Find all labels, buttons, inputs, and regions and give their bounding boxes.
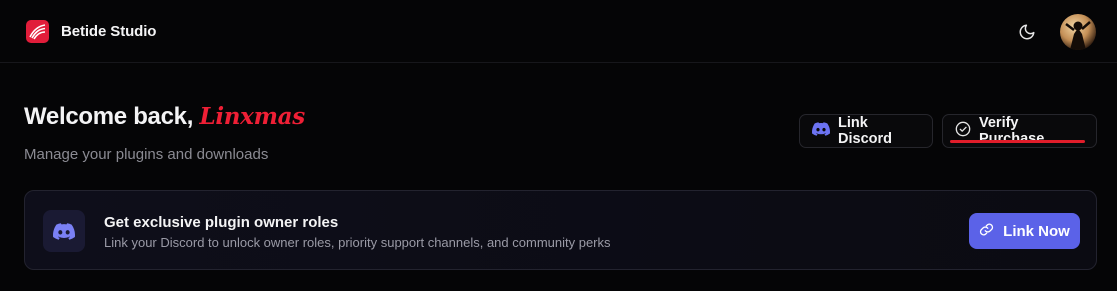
discord-icon <box>812 122 831 140</box>
discord-promo-banner: Get exclusive plugin owner roles Link yo… <box>24 190 1097 270</box>
page-title: Welcome back, Linxmas <box>24 103 305 131</box>
top-navigation-bar: Betide Studio <box>0 0 1117 63</box>
annotation-underline <box>950 140 1085 143</box>
discord-icon <box>43 210 85 252</box>
link-discord-label: Link Discord <box>838 115 892 147</box>
link-icon <box>979 222 994 241</box>
link-discord-button[interactable]: Link Discord <box>799 114 933 148</box>
betide-logo-icon[interactable] <box>26 20 49 43</box>
banner-title: Get exclusive plugin owner roles <box>104 214 339 231</box>
banner-description: Link your Discord to unlock owner roles,… <box>104 235 611 250</box>
link-now-label: Link Now <box>1003 222 1070 240</box>
check-circle-icon <box>955 121 971 141</box>
moon-icon[interactable] <box>1016 21 1038 43</box>
greeting-text: Welcome back, <box>24 103 194 130</box>
link-now-button[interactable]: Link Now <box>969 213 1080 249</box>
page-subtitle: Manage your plugins and downloads <box>24 146 269 163</box>
brand-name[interactable]: Betide Studio <box>61 23 156 40</box>
username: Linxmas <box>199 103 305 130</box>
user-avatar[interactable] <box>1060 14 1096 50</box>
